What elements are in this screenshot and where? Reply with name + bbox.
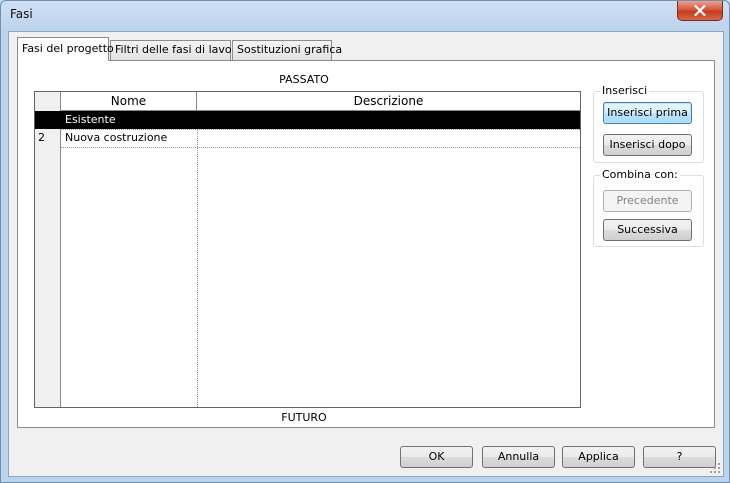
column-divider xyxy=(197,111,198,407)
tab-phase-filters[interactable]: Filtri delle fasi di lavoro xyxy=(110,40,243,60)
insert-after-button[interactable]: Inserisci dopo xyxy=(603,134,692,156)
ok-button[interactable]: OK xyxy=(400,446,473,468)
tab-project-phases[interactable]: Fasi del progetto xyxy=(17,37,114,61)
insert-group: Inserisci Inserisci prima Inserisci dopo xyxy=(593,84,704,163)
combine-group: Combina con: Precedente Successiva xyxy=(593,168,704,247)
cancel-button[interactable]: Annulla xyxy=(482,446,555,468)
help-button[interactable]: ? xyxy=(643,446,716,468)
combine-group-label: Combina con: xyxy=(600,168,680,181)
project-phases-panel: PASSATO Nome Descrizione 1 Esistente 2 N… xyxy=(17,60,715,428)
combine-previous-button[interactable]: Precedente xyxy=(603,190,692,212)
table-row[interactable]: 1 Esistente xyxy=(35,111,580,129)
future-caption: FUTURO xyxy=(281,411,327,424)
column-header-description[interactable]: Descrizione xyxy=(197,92,580,111)
dialog-title: Fasi xyxy=(10,7,33,21)
close-icon xyxy=(694,5,706,16)
past-caption: PASSATO xyxy=(279,73,329,86)
tab-graphic-overrides[interactable]: Sostituzioni grafica xyxy=(232,40,342,60)
row-number: 1 xyxy=(38,113,45,126)
insert-group-label: Inserisci xyxy=(600,84,650,97)
phases-grid: Nome Descrizione 1 Esistente 2 Nuova cos… xyxy=(34,91,581,408)
close-button[interactable] xyxy=(677,1,723,21)
resize-grip-icon[interactable] xyxy=(709,462,721,474)
column-header-name[interactable]: Nome xyxy=(61,92,197,111)
row-separator xyxy=(61,147,580,148)
apply-button[interactable]: Applica xyxy=(562,446,635,468)
dialog-client-area: Fasi del progetto Filtri delle fasi di l… xyxy=(8,31,724,477)
insert-before-button[interactable]: Inserisci prima xyxy=(603,102,692,124)
combine-next-button[interactable]: Successiva xyxy=(603,219,692,241)
table-row[interactable]: 2 Nuova costruzione xyxy=(35,129,580,147)
phases-dialog: Fasi Fasi del progetto Filtri delle fasi… xyxy=(0,0,730,483)
phase-name-cell[interactable]: Nuova costruzione xyxy=(65,129,197,146)
row-number: 2 xyxy=(38,131,45,144)
phase-name-cell[interactable]: Esistente xyxy=(65,111,197,128)
